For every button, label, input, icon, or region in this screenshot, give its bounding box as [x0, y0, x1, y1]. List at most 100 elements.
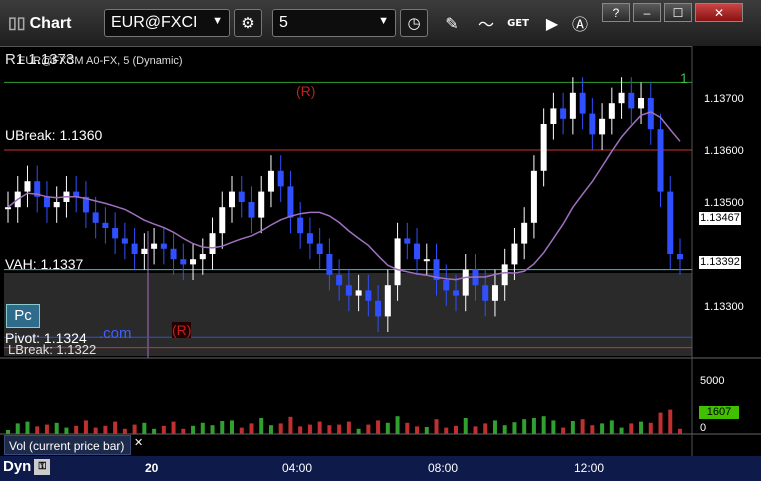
volume-bar	[648, 422, 653, 434]
settings-gear-icon[interactable]: ⚙	[234, 9, 262, 37]
volume-bar	[191, 425, 196, 434]
chart-grip-icon: ▯▯	[8, 15, 26, 32]
volume-bar	[346, 421, 351, 434]
interval-value: 5	[279, 14, 288, 31]
dyn-button[interactable]: Dyn ⚿	[3, 458, 51, 476]
candle-body	[375, 300, 382, 317]
candle-body	[443, 280, 450, 291]
volume-bar	[492, 420, 497, 434]
volume-bar	[551, 420, 556, 434]
moving-average-line	[7, 111, 681, 281]
volume-bar	[531, 418, 536, 434]
volume-bar	[83, 420, 88, 434]
volume-bar	[181, 428, 186, 434]
clock-icon[interactable]: ◷	[400, 9, 428, 37]
candle-body	[102, 222, 109, 228]
get-button[interactable]: GET	[504, 9, 532, 37]
candle-body	[287, 186, 294, 218]
minimize-button[interactable]: –	[633, 3, 661, 22]
volume-bar	[678, 428, 682, 434]
volume-bar	[376, 420, 381, 434]
candle-body	[550, 108, 557, 124]
volume-bar	[570, 421, 575, 434]
volume-bar	[541, 416, 546, 434]
price-tick: 1.13600	[704, 145, 744, 157]
volume-bar	[600, 423, 605, 434]
volume-bar	[561, 427, 566, 434]
interval-selector[interactable]: 5 ▼	[272, 9, 396, 37]
candle-body	[160, 243, 167, 249]
volume-panel-label: Vol (current price bar)	[4, 435, 131, 455]
volume-bar	[6, 430, 10, 434]
volume-bar	[434, 419, 439, 434]
candle-body	[219, 207, 226, 234]
candle-body	[677, 254, 683, 260]
volume-tick: 5000	[700, 375, 725, 387]
symbol-selector[interactable]: EUR@FXCI ▼	[104, 9, 230, 37]
time-tick: 04:00	[282, 461, 313, 475]
candle-body	[336, 274, 343, 286]
volume-bar	[366, 424, 371, 434]
pencil-icon[interactable]: ✎	[438, 9, 466, 37]
volume-bar	[142, 422, 147, 434]
price-tick: 1.13300	[704, 301, 744, 313]
pivot-overlay-text: .com	[99, 325, 132, 342]
candle-body	[355, 290, 362, 296]
candle-body	[384, 285, 391, 317]
indicator-icon[interactable]: 〜	[472, 9, 500, 37]
alert-icon[interactable]: Ⓐ	[566, 9, 594, 37]
close-icon[interactable]: ✕	[134, 436, 143, 449]
candle-body	[43, 196, 50, 208]
volume-bar	[54, 422, 59, 434]
candle-body	[267, 170, 274, 192]
volume-bar	[171, 421, 176, 434]
candle-body	[491, 285, 498, 301]
candle-body	[540, 124, 547, 171]
price-chart[interactable]: 1.13700 1.13600 1.13500 1.13300	[0, 46, 761, 456]
volume-bar	[152, 428, 157, 434]
r-marker: (R)	[172, 322, 192, 338]
candle-body	[277, 170, 284, 187]
volume-bar	[590, 425, 595, 434]
volume-bar	[385, 422, 390, 434]
volume-bar	[307, 424, 312, 434]
r1-level-label: R1 1.1373	[5, 51, 75, 68]
volume-bar	[424, 427, 429, 434]
candle-body	[569, 92, 576, 119]
candle-body	[248, 202, 255, 218]
candle-body	[297, 217, 304, 234]
volume-bar	[395, 416, 400, 434]
candle-body	[209, 233, 216, 254]
volume-bar	[619, 427, 624, 434]
volume-bar	[35, 426, 40, 434]
candle-body	[5, 207, 11, 210]
lbreak-label: LBreak: 1.1322	[8, 342, 97, 357]
price-tick: 1.13500	[704, 197, 744, 209]
pc-button[interactable]: Pc	[6, 304, 40, 328]
ma-price-tag: 1.13467	[699, 212, 741, 225]
play-icon[interactable]: ▶	[538, 9, 566, 37]
volume-bar	[405, 422, 410, 434]
volume-bar	[668, 409, 673, 434]
volume-tick: 0	[700, 422, 707, 434]
volume-bar	[502, 425, 507, 434]
volume-bar	[317, 421, 322, 434]
last-price-tag: 1.13392	[699, 256, 741, 269]
volume-bar	[522, 419, 527, 434]
volume-bar	[444, 427, 449, 434]
candle-body	[73, 191, 80, 197]
volume-bar	[327, 425, 332, 434]
volume-bar	[44, 424, 49, 434]
maximize-button[interactable]: ☐	[664, 3, 692, 22]
candle-body	[560, 108, 567, 119]
candle-body	[667, 191, 674, 254]
candle-body	[628, 92, 635, 109]
volume-bar	[337, 424, 342, 434]
candle-body	[131, 243, 138, 254]
candle-body	[121, 238, 128, 244]
candle-body	[608, 103, 615, 119]
candle-body	[423, 259, 430, 262]
candle-body	[306, 233, 313, 244]
close-button[interactable]: ✕	[695, 3, 743, 22]
help-button[interactable]: ?	[602, 3, 630, 22]
